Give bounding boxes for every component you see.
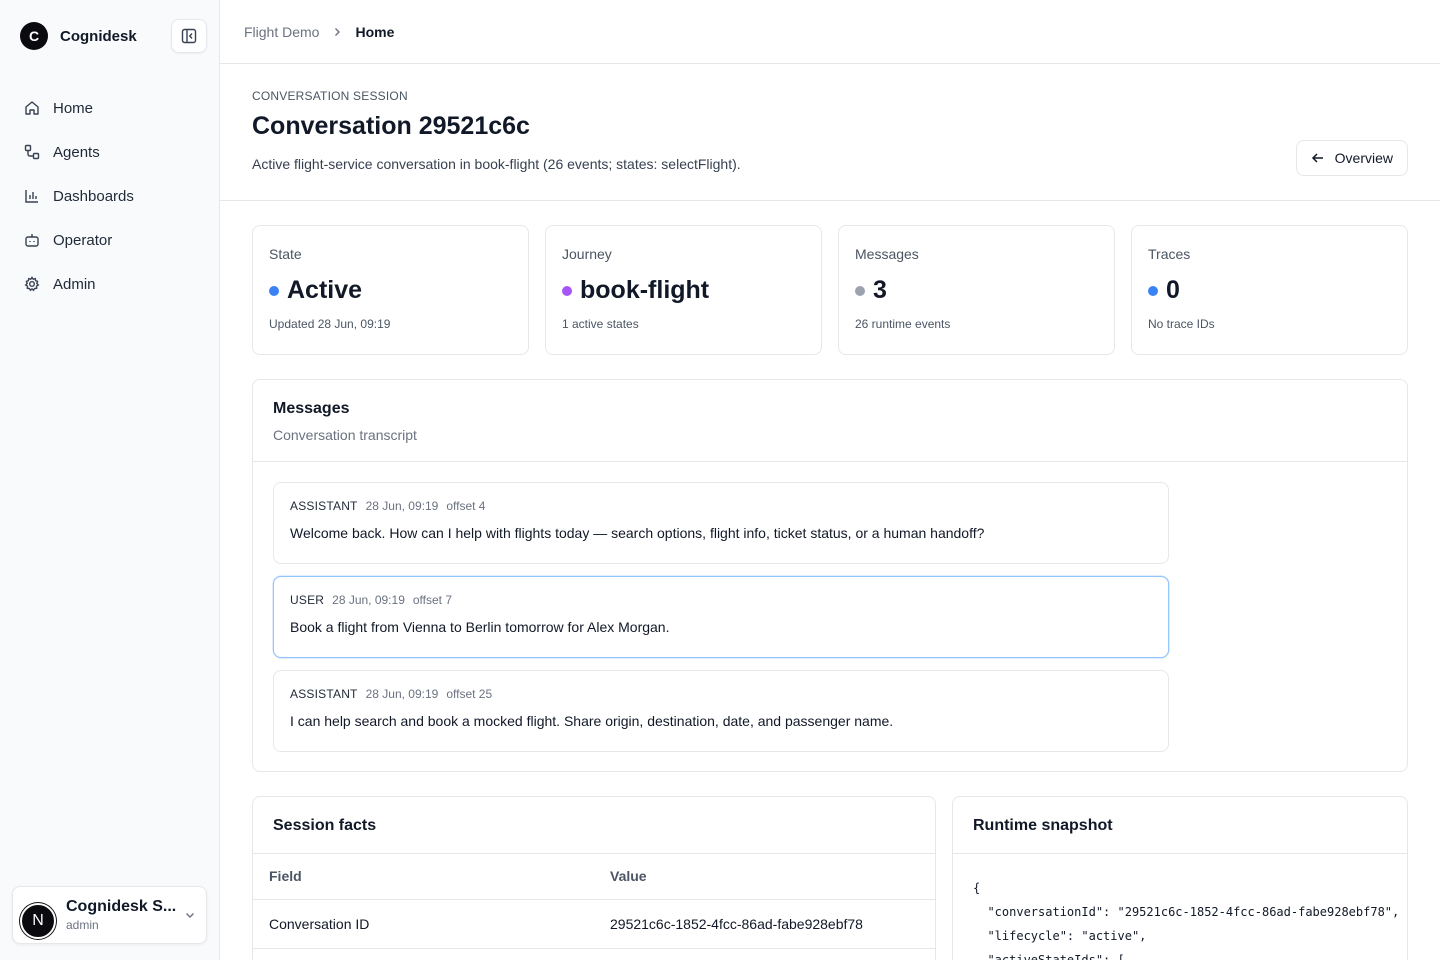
sidebar-nav: Home Agents Dashboards Operator Admin: [12, 86, 208, 306]
message-text: Book a flight from Vienna to Berlin tomo…: [290, 619, 670, 635]
snapshot-json: { "conversationId": "29521c6c-1852-4fcc-…: [973, 881, 1400, 960]
chevron-right-icon: [335, 27, 341, 36]
arrow-left-icon: [1311, 153, 1323, 163]
stat-label: Journey: [562, 246, 612, 262]
chevron-down-icon: [186, 913, 194, 918]
message-item: ASSISTANT 28 Jun, 09:19 offset 25 I can …: [273, 670, 1169, 752]
page-title: Conversation 29521c6c: [252, 112, 530, 140]
message-item: USER 28 Jun, 09:19 offset 7 Book a fligh…: [273, 576, 1169, 658]
message-list: ASSISTANT 28 Jun, 09:19 offset 4 Welcome…: [253, 462, 1407, 752]
sidebar-item-operator[interactable]: Operator: [12, 218, 208, 262]
page-header: CONVERSATION SESSION Conversation 29521c…: [220, 64, 1440, 201]
session-facts-panel: Session facts Field Value Conversation I…: [252, 796, 936, 960]
table-header: Field: [253, 854, 594, 900]
overview-button-label: Overview: [1334, 150, 1393, 166]
stat-value: 0: [1166, 276, 1180, 304]
agents-icon: [24, 144, 40, 160]
overview-button[interactable]: Overview: [1295, 140, 1408, 176]
stat-cards: State Active Updated 28 Jun, 09:19 Journ…: [252, 225, 1408, 355]
message-time: 28 Jun, 09:19: [365, 687, 439, 701]
stat-label: Messages: [855, 246, 919, 262]
sidebar-item-label: Home: [53, 99, 94, 117]
message-role: ASSISTANT: [290, 687, 358, 701]
panel-subtitle: Conversation transcript: [273, 427, 417, 443]
stat-card-journey: Journey book-flight 1 active states: [545, 225, 822, 355]
status-dot: [562, 285, 572, 296]
breadcrumb: Flight Demo Home: [220, 0, 1440, 64]
status-dot: [1148, 285, 1158, 296]
stat-sub: Updated 28 Jun, 09:19: [269, 317, 391, 331]
sidebar-item-agents[interactable]: Agents: [12, 130, 208, 174]
brand-logo: C: [20, 22, 48, 50]
message-offset: offset 4: [446, 499, 486, 513]
status-dot: [269, 285, 279, 296]
stat-sub: No trace IDs: [1148, 317, 1215, 331]
stat-sub: 1 active states: [562, 317, 639, 331]
bot-icon: [25, 234, 39, 247]
messages-panel: Messages Conversation transcript ASSISTA…: [252, 379, 1408, 772]
table-row: Conversation ID 29521c6c-1852-4fcc-86ad-…: [253, 899, 935, 949]
sidebar-item-dashboards[interactable]: Dashboards: [12, 174, 208, 218]
sidebar-item-admin[interactable]: Admin: [12, 262, 208, 306]
user-name: Cognidesk S...: [66, 898, 177, 915]
panel-title: Messages: [273, 400, 350, 417]
message-text: I can help search and book a mocked flig…: [290, 713, 894, 729]
stat-card-traces: Traces 0 No trace IDs: [1131, 225, 1408, 355]
stat-value: 3: [873, 276, 887, 304]
user-menu[interactable]: N Cognidesk S... admin: [12, 886, 207, 944]
message-item: ASSISTANT 28 Jun, 09:19 offset 4 Welcome…: [273, 482, 1169, 564]
stat-card-messages: Messages 3 26 runtime events: [838, 225, 1115, 355]
message-time: 28 Jun, 09:19: [332, 593, 405, 607]
gear-icon: [24, 276, 40, 292]
facts-table: Field Value Conversation ID 29521c6c-185…: [253, 854, 935, 949]
panel-title: Session facts: [273, 817, 377, 834]
page-eyebrow: CONVERSATION SESSION: [252, 89, 408, 103]
stat-sub: 26 runtime events: [855, 317, 951, 331]
stat-label: Traces: [1148, 246, 1191, 262]
table-header: Value: [594, 854, 935, 900]
sidebar-collapse-button[interactable]: [171, 19, 207, 53]
sidebar-item-home[interactable]: Home: [12, 86, 208, 130]
message-offset: offset 7: [412, 593, 453, 607]
sidebar-item-label: Dashboards: [53, 187, 134, 205]
brand-name: Cognidesk: [60, 27, 137, 45]
stat-label: State: [269, 246, 302, 262]
stat-card-state: State Active Updated 28 Jun, 09:19: [252, 225, 529, 355]
status-dot: [855, 285, 865, 296]
sidebar-item-label: Agents: [53, 143, 100, 161]
message-role: USER: [290, 593, 325, 607]
breadcrumb-parent[interactable]: Flight Demo: [244, 24, 319, 40]
sidebar: C Cognidesk Home Agents Dashboards Opera…: [0, 0, 220, 960]
brand[interactable]: C Cognidesk: [20, 22, 137, 50]
fact-value: 29521c6c-1852-4fcc-86ad-fabe928ebf78: [594, 899, 935, 949]
runtime-snapshot-panel: Runtime snapshot { "conversationId": "29…: [952, 796, 1408, 960]
stat-value: Active: [287, 276, 363, 304]
home-icon: [25, 101, 39, 115]
stat-value: book-flight: [580, 276, 710, 304]
message-role: ASSISTANT: [290, 499, 358, 513]
chart-bar-icon: [25, 190, 38, 203]
fact-field: Conversation ID: [253, 899, 594, 949]
message-text: Welcome back. How can I help with flight…: [290, 525, 985, 541]
sidebar-item-label: Operator: [53, 231, 113, 249]
page-description: Active flight-service conversation in bo…: [252, 156, 741, 172]
panel-left-icon: [181, 28, 197, 44]
avatar: N: [20, 903, 56, 939]
panel-title: Runtime snapshot: [973, 817, 1113, 834]
message-offset: offset 25: [446, 687, 493, 701]
sidebar-item-label: Admin: [53, 275, 96, 293]
user-role: admin: [66, 918, 99, 932]
message-time: 28 Jun, 09:19: [365, 499, 439, 513]
breadcrumb-current: Home: [355, 23, 395, 40]
